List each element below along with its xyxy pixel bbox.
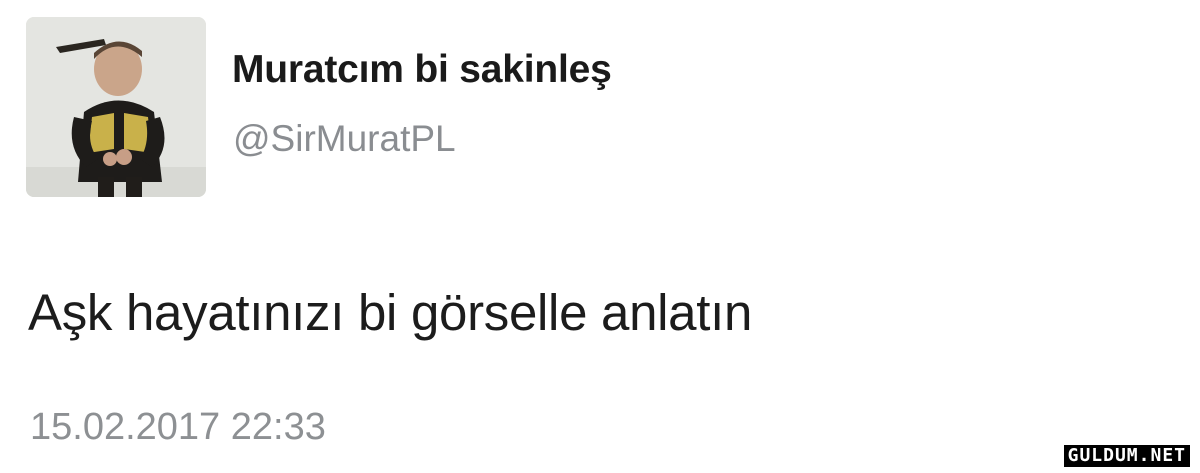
- user-handle[interactable]: @SirMuratPL: [233, 118, 456, 160]
- tweet-timestamp[interactable]: 15.02.2017 22:33: [30, 406, 326, 449]
- profile-photo-icon: [26, 17, 206, 197]
- tweet-text: Aşk hayatınızı bi görselle anlatın: [28, 284, 753, 341]
- tweet-card: Muratcım bi sakinleş @SirMuratPL Aşk hay…: [0, 0, 1200, 473]
- watermark-logo: GULDUM.NET: [1063, 445, 1190, 467]
- avatar[interactable]: [26, 17, 206, 197]
- display-name[interactable]: Muratcım bi sakinleş: [232, 48, 612, 92]
